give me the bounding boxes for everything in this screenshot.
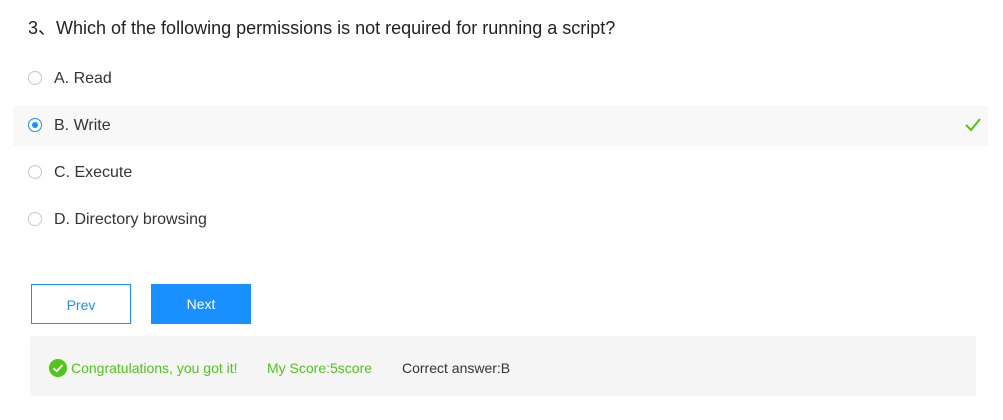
option-a-label: A. Read xyxy=(54,70,112,87)
radio-option-b[interactable] xyxy=(28,118,42,132)
result-message: Congratulations, you got it! xyxy=(71,360,238,376)
prev-button[interactable]: Prev xyxy=(31,284,131,324)
option-c[interactable]: C. Execute xyxy=(13,153,988,193)
radio-option-a[interactable] xyxy=(28,71,42,85)
result-panel: Congratulations, you got it! My Score:5s… xyxy=(30,336,976,396)
option-a[interactable]: A. Read xyxy=(13,59,988,99)
score-text: My Score:5score xyxy=(267,360,373,376)
option-c-label: C. Execute xyxy=(54,164,133,181)
radio-option-c[interactable] xyxy=(28,165,42,179)
option-b-label: B. Write xyxy=(54,117,111,134)
option-d-label: D. Directory browsing xyxy=(54,211,207,228)
radio-option-d[interactable] xyxy=(28,212,42,226)
correct-answer-text: Correct answer:B xyxy=(402,360,511,376)
options-list: A. Read B. Write C. Execute D. Directory… xyxy=(13,59,988,247)
next-button[interactable]: Next xyxy=(151,284,251,324)
option-b[interactable]: B. Write xyxy=(13,106,988,146)
check-icon xyxy=(965,118,981,132)
check-circle-icon xyxy=(49,359,67,377)
question-text: 3、Which of the following permissions is … xyxy=(28,18,616,38)
option-d[interactable]: D. Directory browsing xyxy=(13,200,988,240)
